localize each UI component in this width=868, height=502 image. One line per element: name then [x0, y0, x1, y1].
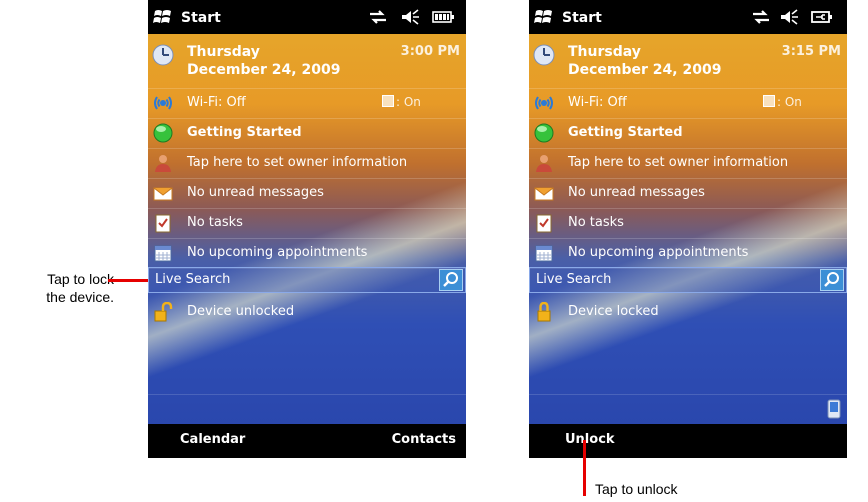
- lock-status-label: Device locked: [568, 304, 659, 319]
- date-time-row[interactable]: Thursday December 24, 2009 3:15 PM: [529, 34, 847, 89]
- wifi-checkbox[interactable]: [763, 95, 775, 107]
- lock-status-label: Device unlocked: [187, 304, 295, 319]
- getting-started-icon: [534, 123, 554, 143]
- messages-row[interactable]: No unread messages: [529, 178, 847, 209]
- tasks-row[interactable]: No tasks: [148, 208, 466, 239]
- lock-callout-line2: the device.: [46, 289, 114, 305]
- unlock-softkey[interactable]: Unlock: [565, 432, 615, 447]
- start-title[interactable]: Start: [181, 10, 221, 26]
- wifi-toggle[interactable]: : On: [382, 95, 421, 109]
- time-label: 3:15 PM: [781, 44, 841, 59]
- tasks-label: No tasks: [187, 215, 243, 230]
- day-label: Thursday: [187, 44, 260, 60]
- wifi-row[interactable]: Wi-Fi: Off : On: [529, 88, 847, 119]
- title-bar[interactable]: Start: [529, 0, 847, 34]
- windows-start-icon[interactable]: [153, 8, 173, 26]
- clock-icon: [152, 44, 174, 66]
- wifi-icon: [154, 96, 172, 110]
- speaker-muted-icon[interactable]: [779, 8, 799, 26]
- lock-callout-pointer: [108, 279, 152, 282]
- calendar-icon: [535, 245, 553, 262]
- connectivity-icon[interactable]: [751, 8, 771, 26]
- locked-padlock-icon: [537, 302, 551, 322]
- tasks-clipboard-icon: [536, 214, 552, 233]
- day-label: Thursday: [568, 44, 641, 60]
- live-search-label: Live Search: [536, 272, 612, 287]
- date-time-row[interactable]: Thursday December 24, 2009 3:00 PM: [148, 34, 466, 89]
- getting-started-row[interactable]: Getting Started: [529, 118, 847, 149]
- unlock-callout: Tap to unlock: [595, 481, 678, 497]
- battery-icon[interactable]: [431, 8, 455, 26]
- notification-tray: [148, 394, 466, 425]
- speaker-muted-icon[interactable]: [400, 8, 420, 26]
- owner-info-label: Tap here to set owner information: [568, 155, 789, 170]
- start-title[interactable]: Start: [562, 10, 602, 26]
- live-search-label: Live Search: [155, 272, 231, 287]
- tasks-row[interactable]: No tasks: [529, 208, 847, 239]
- title-bar[interactable]: Start: [148, 0, 466, 34]
- owner-info-row[interactable]: Tap here to set owner information: [529, 148, 847, 179]
- wifi-toggle-label: : On: [777, 95, 802, 109]
- envelope-icon: [153, 187, 173, 201]
- contacts-softkey[interactable]: Contacts: [392, 432, 456, 447]
- wifi-toggle[interactable]: : On: [763, 95, 802, 109]
- messages-label: No unread messages: [568, 185, 705, 200]
- notification-tray: [529, 394, 847, 425]
- lock-callout-line1: Tap to lock: [47, 271, 114, 287]
- date-label: December 24, 2009: [568, 62, 722, 78]
- lock-callout: Tap to lock the device.: [4, 270, 114, 306]
- lock-status-row[interactable]: Device unlocked: [148, 297, 466, 327]
- live-search-bar[interactable]: Live Search: [529, 267, 847, 293]
- getting-started-icon: [153, 123, 173, 143]
- owner-person-icon: [155, 155, 171, 172]
- appointments-label: No upcoming appointments: [187, 245, 368, 260]
- calendar-softkey[interactable]: Calendar: [180, 432, 245, 447]
- owner-info-label: Tap here to set owner information: [187, 155, 408, 170]
- appointments-row[interactable]: No upcoming appointments: [148, 238, 466, 269]
- owner-info-row[interactable]: Tap here to set owner information: [148, 148, 466, 179]
- wifi-label: Wi-Fi: Off: [187, 95, 246, 110]
- appointments-label: No upcoming appointments: [568, 245, 749, 260]
- unlocked-padlock-icon: [154, 302, 173, 322]
- wifi-label: Wi-Fi: Off: [568, 95, 627, 110]
- unlock-callout-pointer: [583, 440, 586, 496]
- wifi-toggle-label: : On: [396, 95, 421, 109]
- time-label: 3:00 PM: [400, 44, 460, 59]
- wifi-row[interactable]: Wi-Fi: Off : On: [148, 88, 466, 119]
- softkey-bar: Calendar Contacts: [148, 424, 466, 458]
- getting-started-label: Getting Started: [568, 125, 683, 140]
- live-search-bar[interactable]: Live Search: [148, 267, 466, 293]
- today-screen-locked: Start Thursday December 24, 2009 3:15 PM…: [529, 0, 847, 458]
- windows-start-icon[interactable]: [534, 8, 554, 26]
- connectivity-icon[interactable]: [368, 8, 388, 26]
- date-label: December 24, 2009: [187, 62, 341, 78]
- getting-started-row[interactable]: Getting Started: [148, 118, 466, 149]
- wifi-icon: [535, 96, 553, 110]
- search-button[interactable]: [820, 269, 844, 291]
- today-screen-unlocked: Start Thursday December 24, 2009 3:00 PM…: [148, 0, 466, 458]
- clock-icon: [533, 44, 555, 66]
- search-icon: [443, 272, 458, 287]
- calendar-icon: [154, 245, 172, 262]
- wifi-checkbox[interactable]: [382, 95, 394, 107]
- tasks-label: No tasks: [568, 215, 624, 230]
- lock-status-row[interactable]: Device locked: [529, 297, 847, 327]
- messages-row[interactable]: No unread messages: [148, 178, 466, 209]
- appointments-row[interactable]: No upcoming appointments: [529, 238, 847, 269]
- softkey-bar: Unlock: [529, 424, 847, 458]
- search-button[interactable]: [439, 269, 463, 291]
- messages-label: No unread messages: [187, 185, 324, 200]
- battery-charging-icon[interactable]: [810, 8, 834, 26]
- getting-started-label: Getting Started: [187, 125, 302, 140]
- tasks-clipboard-icon: [155, 214, 171, 233]
- device-tray-icon[interactable]: [827, 399, 841, 419]
- search-icon: [824, 272, 839, 287]
- owner-person-icon: [536, 155, 552, 172]
- envelope-icon: [534, 187, 554, 201]
